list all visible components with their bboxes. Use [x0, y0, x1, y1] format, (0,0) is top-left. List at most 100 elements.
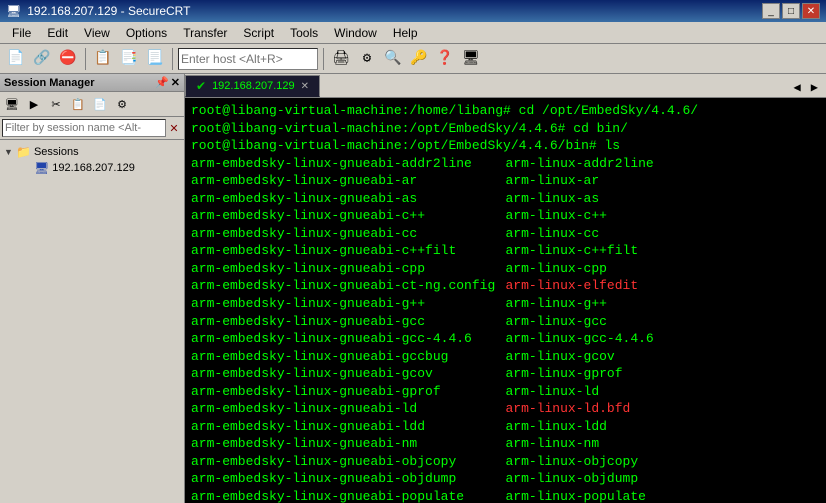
- ls-item: arm-linux-gprof: [506, 365, 821, 383]
- ls-item: arm-embedsky-linux-gnueabi-c++filt: [191, 242, 506, 260]
- toolbar-print[interactable]: 🖨: [329, 47, 353, 71]
- session-new[interactable]: 🖥: [2, 94, 22, 114]
- ls-item: arm-embedsky-linux-gnueabi-g++: [191, 295, 506, 313]
- tree-item-ip[interactable]: 🖥 192.168.207.129: [2, 160, 182, 176]
- title-bar: 🖥 192.168.207.129 - SecureCRT _ □ ✕: [0, 0, 826, 22]
- session-copy[interactable]: 📋: [68, 94, 88, 114]
- toolbar-separator-2: [172, 48, 173, 70]
- ls-item: arm-linux-nm: [506, 435, 821, 453]
- tab-main[interactable]: ✔ 192.168.207.129 ✕: [185, 75, 320, 97]
- app-icon: 🖥: [6, 4, 21, 18]
- menu-view[interactable]: View: [76, 24, 118, 42]
- ls-item: arm-linux-ld.bfd: [506, 400, 821, 418]
- ls-item: arm-embedsky-linux-gnueabi-gcc-4.4.6: [191, 330, 506, 348]
- session-panel: Session Manager 📌 ✕ 🖥 ▶ ✂ 📋 📄 ⚙ ✕ ▼ 📁 Se…: [0, 74, 185, 503]
- tab-nav-right[interactable]: ▶: [807, 78, 822, 97]
- filter-input[interactable]: [2, 119, 166, 137]
- ls-item: arm-embedsky-linux-gnueabi-gcc: [191, 313, 506, 331]
- ls-item: arm-linux-populate: [506, 488, 821, 503]
- ls-item: arm-embedsky-linux-gnueabi-ct-ng.config: [191, 277, 506, 295]
- tab-bar: ✔ 192.168.207.129 ✕ ◀ ▶: [185, 74, 826, 98]
- filter-bar: ✕: [0, 117, 184, 140]
- menu-bar: File Edit View Options Transfer Script T…: [0, 22, 826, 44]
- session-connect[interactable]: ▶: [24, 94, 44, 114]
- ls-item: arm-linux-c++filt: [506, 242, 821, 260]
- menu-transfer[interactable]: Transfer: [175, 24, 235, 42]
- host-input[interactable]: [178, 48, 318, 70]
- ls-item: arm-embedsky-linux-gnueabi-gcov: [191, 365, 506, 383]
- ls-item: arm-linux-ar: [506, 172, 821, 190]
- close-button[interactable]: ✕: [802, 3, 820, 19]
- menu-help[interactable]: Help: [385, 24, 426, 42]
- toolbar-key[interactable]: 🔑: [407, 47, 431, 71]
- toolbar-help[interactable]: ❓: [433, 47, 457, 71]
- session-properties[interactable]: ⚙: [112, 94, 132, 114]
- window-title: 192.168.207.129 - SecureCRT: [27, 4, 190, 18]
- title-bar-left: 🖥 192.168.207.129 - SecureCRT: [6, 4, 190, 18]
- ls-item: arm-embedsky-linux-gnueabi-ar: [191, 172, 506, 190]
- toolbar-settings[interactable]: ⚙: [355, 47, 379, 71]
- terminal[interactable]: root@libang-virtual-machine:/home/libang…: [185, 98, 826, 503]
- ls-item: arm-linux-g++: [506, 295, 821, 313]
- ls-item: arm-embedsky-linux-gnueabi-gccbug: [191, 348, 506, 366]
- minimize-button[interactable]: _: [762, 3, 780, 19]
- tree-arrow-sessions: ▼: [4, 147, 16, 157]
- ls-item: arm-linux-cpp: [506, 260, 821, 278]
- ls-item: arm-embedsky-linux-gnueabi-as: [191, 190, 506, 208]
- toolbar-separator-1: [85, 48, 86, 70]
- tab-nav: ◀ ▶: [786, 78, 826, 97]
- session-panel-close[interactable]: ✕: [171, 76, 180, 89]
- session-cut[interactable]: ✂: [46, 94, 66, 114]
- ls-item: arm-embedsky-linux-gnueabi-objcopy: [191, 453, 506, 471]
- session-panel-title: Session Manager: [4, 77, 94, 89]
- toolbar-connect[interactable]: 🔗: [30, 47, 54, 71]
- ls-item: arm-linux-as: [506, 190, 821, 208]
- ls-item: arm-linux-gcc-4.4.6: [506, 330, 821, 348]
- terminal-line: root@libang-virtual-machine:/home/libang…: [191, 102, 820, 120]
- session-toolbar: 🖥 ▶ ✂ 📋 📄 ⚙: [0, 92, 184, 117]
- toolbar-new-session[interactable]: 📄: [4, 47, 28, 71]
- ls-item: arm-linux-objdump: [506, 470, 821, 488]
- folder-icon: 📁: [16, 145, 31, 159]
- filter-clear-button[interactable]: ✕: [166, 120, 182, 136]
- toolbar-btn2[interactable]: 📋: [91, 47, 115, 71]
- ls-item: arm-linux-cc: [506, 225, 821, 243]
- menu-file[interactable]: File: [4, 24, 39, 42]
- toolbar-btn3[interactable]: 📑: [117, 47, 141, 71]
- ls-item: arm-embedsky-linux-gnueabi-addr2line: [191, 155, 506, 173]
- session-panel-header: Session Manager 📌 ✕: [0, 74, 184, 92]
- session-icon: 🖥: [34, 161, 49, 175]
- terminal-area: ✔ 192.168.207.129 ✕ ◀ ▶ root@libang-virt…: [185, 74, 826, 503]
- session-tree: ▼ 📁 Sessions 🖥 192.168.207.129: [0, 140, 184, 503]
- menu-window[interactable]: Window: [326, 24, 385, 42]
- toolbar-btn4[interactable]: 📃: [143, 47, 167, 71]
- ls-item: arm-linux-objcopy: [506, 453, 821, 471]
- toolbar-monitor[interactable]: 🖥: [459, 47, 483, 71]
- ls-item: arm-embedsky-linux-gnueabi-cpp: [191, 260, 506, 278]
- session-panel-pin[interactable]: 📌: [155, 76, 169, 89]
- menu-options[interactable]: Options: [118, 24, 175, 42]
- ls-item: arm-embedsky-linux-gnueabi-ld: [191, 400, 506, 418]
- tree-ip-label: 192.168.207.129: [52, 162, 135, 174]
- title-bar-controls[interactable]: _ □ ✕: [762, 3, 820, 19]
- tab-nav-left[interactable]: ◀: [790, 78, 805, 97]
- ls-item: arm-embedsky-linux-gnueabi-gprof: [191, 383, 506, 401]
- ls-item: arm-embedsky-linux-gnueabi-ldd: [191, 418, 506, 436]
- tree-item-sessions[interactable]: ▼ 📁 Sessions: [2, 144, 182, 160]
- tab-label: 192.168.207.129: [212, 80, 295, 92]
- toolbar-disconnect[interactable]: ⛔: [56, 47, 80, 71]
- ls-item: arm-embedsky-linux-gnueabi-c++: [191, 207, 506, 225]
- toolbar-find[interactable]: 🔍: [381, 47, 405, 71]
- toolbar-separator-3: [323, 48, 324, 70]
- ls-item: arm-linux-addr2line: [506, 155, 821, 173]
- session-panel-header-controls[interactable]: 📌 ✕: [155, 76, 180, 89]
- maximize-button[interactable]: □: [782, 3, 800, 19]
- menu-edit[interactable]: Edit: [39, 24, 76, 42]
- ls-item: arm-embedsky-linux-gnueabi-cc: [191, 225, 506, 243]
- ls-item: arm-linux-gcov: [506, 348, 821, 366]
- menu-tools[interactable]: Tools: [282, 24, 326, 42]
- menu-script[interactable]: Script: [235, 24, 282, 42]
- tab-close-button[interactable]: ✕: [301, 81, 309, 92]
- session-paste[interactable]: 📄: [90, 94, 110, 114]
- tab-status-icon: ✔: [196, 79, 206, 93]
